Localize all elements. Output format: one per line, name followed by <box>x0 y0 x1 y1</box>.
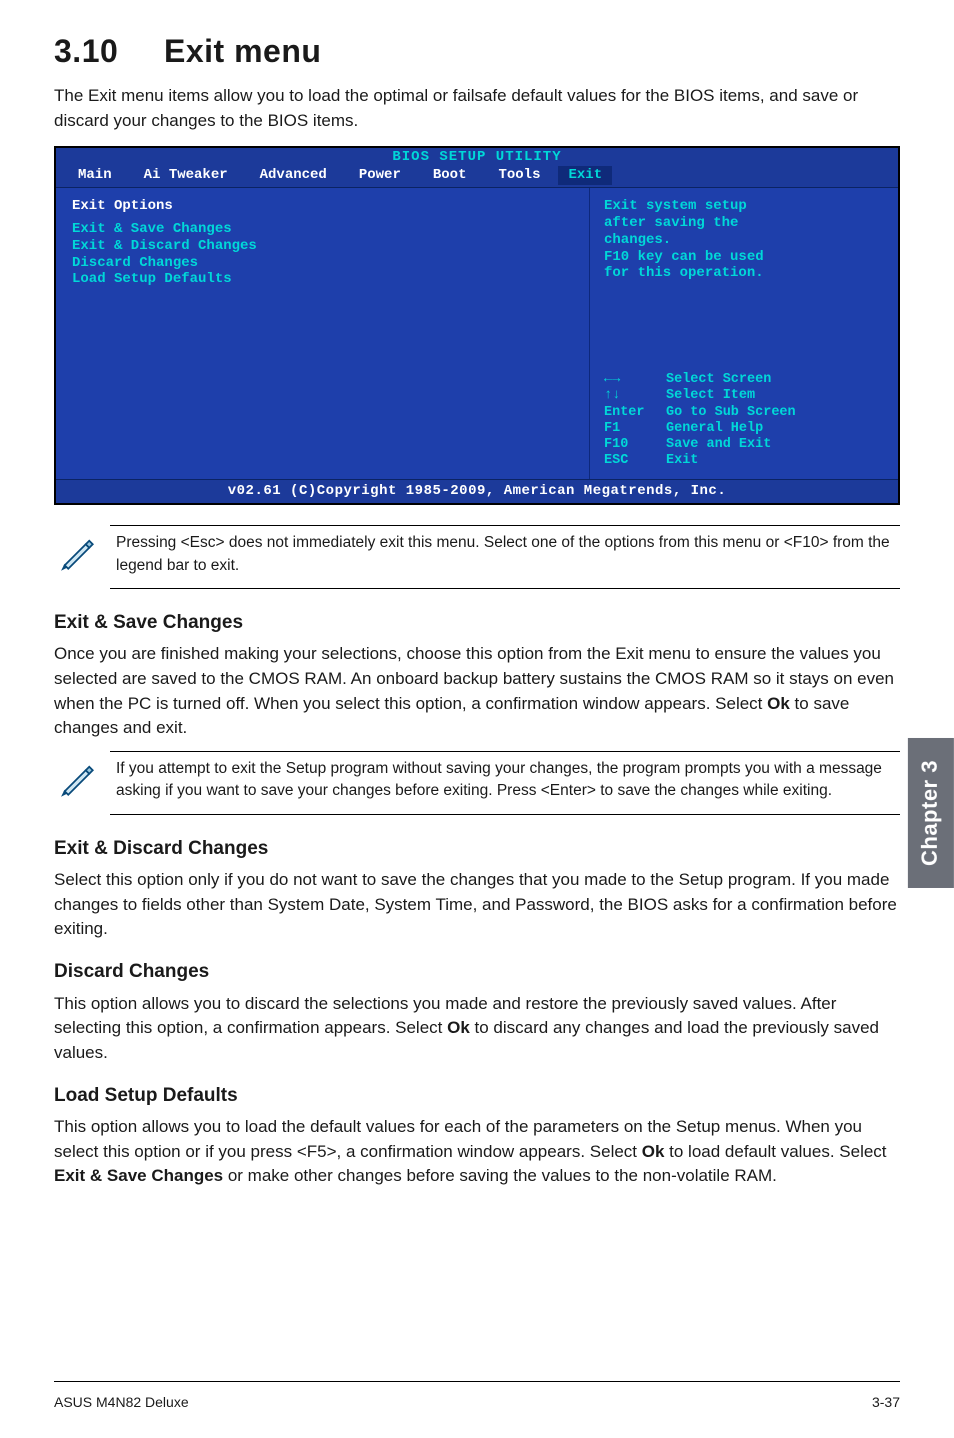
heading-load-defaults: Load Setup Defaults <box>54 1082 900 1110</box>
bios-key-row: ESC Exit <box>604 453 884 469</box>
bios-key-desc: General Help <box>666 421 763 437</box>
bios-tab-power[interactable]: Power <box>343 166 417 185</box>
footer-product: ASUS M4N82 Deluxe <box>54 1392 189 1412</box>
bios-key: Enter <box>604 405 658 421</box>
body-load-defaults: This option allows you to load the defau… <box>54 1115 900 1189</box>
bios-help-line: Exit system setup <box>604 198 884 215</box>
bios-key: ↑↓ <box>604 388 658 404</box>
bios-item-exit-discard[interactable]: Exit & Discard Changes <box>72 238 573 255</box>
bios-key-row: ↑↓ Select Item <box>604 388 884 404</box>
bios-tab-advanced[interactable]: Advanced <box>244 166 343 185</box>
bios-help-line: for this operation. <box>604 265 884 282</box>
bios-tab-tools[interactable]: Tools <box>482 166 556 185</box>
bold-exit-save: Exit & Save Changes <box>54 1166 223 1185</box>
bios-item-load-defaults[interactable]: Load Setup Defaults <box>72 271 573 288</box>
bios-key: F10 <box>604 437 658 453</box>
bios-key-desc: Go to Sub Screen <box>666 405 796 421</box>
bios-tab-exit[interactable]: Exit <box>558 166 612 185</box>
body-exit-save: Once you are finished making your select… <box>54 642 900 741</box>
note-text-2: If you attempt to exit the Setup program… <box>116 758 896 803</box>
text-span: to load default values. Select <box>664 1142 886 1161</box>
bios-tab-boot[interactable]: Boot <box>417 166 483 185</box>
bios-help-line: changes. <box>604 232 884 249</box>
page-footer: ASUS M4N82 Deluxe 3-37 <box>54 1381 900 1412</box>
bios-key-desc: Select Screen <box>666 372 771 388</box>
bios-left-pane: Exit Options Exit & Save Changes Exit & … <box>56 188 589 479</box>
note-pencil-icon <box>56 758 98 808</box>
bios-key-desc: Exit <box>666 453 698 469</box>
section-title: Exit menu <box>164 33 321 69</box>
note-block-1: Pressing <Esc> does not immediately exit… <box>110 525 900 589</box>
bios-utility-title: BIOS SETUP UTILITY <box>56 148 898 167</box>
bios-help-line: after saving the <box>604 215 884 232</box>
bios-key-desc: Save and Exit <box>666 437 771 453</box>
heading-discard-changes: Discard Changes <box>54 958 900 986</box>
chapter-side-tab: Chapter 3 <box>908 738 954 888</box>
page-heading: 3.10Exit menu <box>54 28 900 74</box>
bios-copyright-footer: v02.61 (C)Copyright 1985-2009, American … <box>56 479 898 503</box>
bios-help-line: F10 key can be used <box>604 249 884 266</box>
bios-key-help: ←→ Select Screen ↑↓ Select Item Enter Go to… <box>604 372 884 469</box>
bold-ok: Ok <box>767 694 790 713</box>
footer-page-num: 3-37 <box>872 1392 900 1412</box>
bios-key: ESC <box>604 453 658 469</box>
note-pencil-icon <box>56 532 98 582</box>
text-span: or make other changes before saving the … <box>223 1166 777 1185</box>
bios-item-discard[interactable]: Discard Changes <box>72 255 573 272</box>
bold-ok: Ok <box>447 1018 470 1037</box>
bios-exit-options-header: Exit Options <box>72 198 573 215</box>
bios-screenshot: BIOS SETUP UTILITY Main Ai Tweaker Advan… <box>54 146 900 506</box>
bios-key-desc: Select Item <box>666 388 755 404</box>
bios-menu-items: Exit & Save Changes Exit & Discard Chang… <box>72 221 573 288</box>
bios-tab-bar: Main Ai Tweaker Advanced Power Boot Tool… <box>56 166 898 187</box>
heading-exit-save: Exit & Save Changes <box>54 609 900 637</box>
bios-key: ←→ <box>604 372 658 388</box>
bios-help-text: Exit system setup after saving the chang… <box>604 198 884 282</box>
body-exit-discard: Select this option only if you do not wa… <box>54 868 900 942</box>
bios-tab-aitweaker[interactable]: Ai Tweaker <box>128 166 244 185</box>
bios-body: Exit Options Exit & Save Changes Exit & … <box>56 187 898 479</box>
note-block-2: If you attempt to exit the Setup program… <box>110 751 900 815</box>
section-number: 3.10 <box>54 28 164 74</box>
bios-key-row: F1 General Help <box>604 421 884 437</box>
bios-key-row: Enter Go to Sub Screen <box>604 405 884 421</box>
bios-tab-main[interactable]: Main <box>62 166 128 185</box>
body-discard-changes: This option allows you to discard the se… <box>54 992 900 1066</box>
bios-key-row: ←→ Select Screen <box>604 372 884 388</box>
bios-right-pane: Exit system setup after saving the chang… <box>589 188 898 479</box>
bold-ok: Ok <box>642 1142 665 1161</box>
heading-exit-discard: Exit & Discard Changes <box>54 835 900 863</box>
bios-key-row: F10 Save and Exit <box>604 437 884 453</box>
bios-item-exit-save[interactable]: Exit & Save Changes <box>72 221 573 238</box>
bios-key: F1 <box>604 421 658 437</box>
note-text-1: Pressing <Esc> does not immediately exit… <box>116 532 896 577</box>
intro-text: The Exit menu items allow you to load th… <box>54 84 900 133</box>
